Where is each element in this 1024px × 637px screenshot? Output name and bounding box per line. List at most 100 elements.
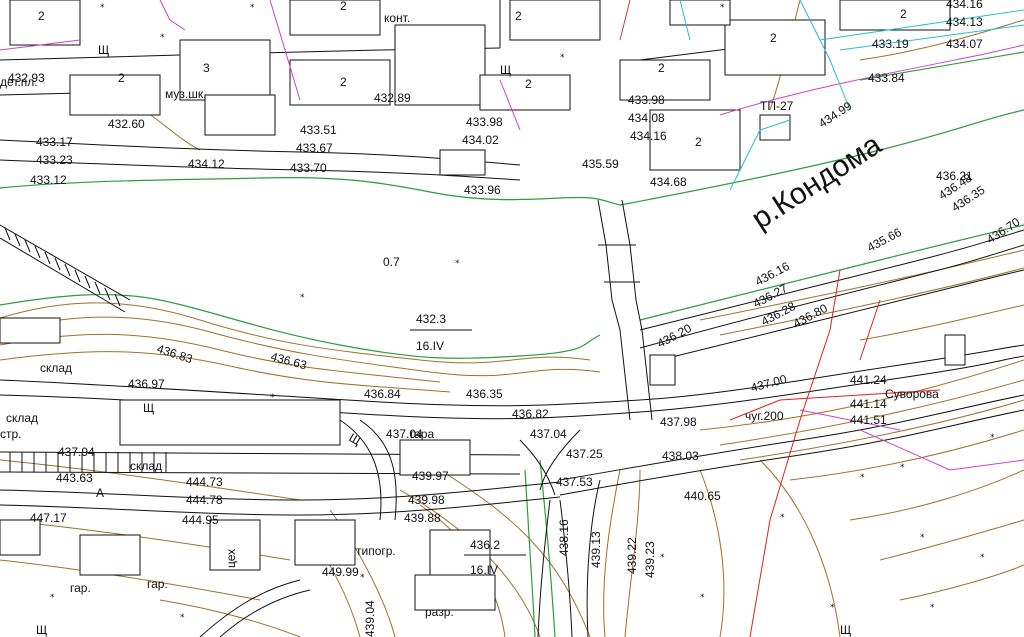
svg-text:*: * <box>900 463 905 473</box>
svg-text:*: * <box>180 613 185 623</box>
label-cast-iron-pipe: чуг.200 <box>745 409 784 423</box>
svg-text:*: * <box>560 53 565 63</box>
elevation-label: 439.13 <box>589 531 603 568</box>
elevation-label: 435.59 <box>582 157 619 171</box>
elevation-label: 434.13 <box>946 15 983 29</box>
elevation-label: 433.23 <box>36 153 73 167</box>
svg-text:*: * <box>160 33 165 43</box>
elevation-label: 444.73 <box>186 475 223 489</box>
elevation-label: 434.12 <box>188 157 225 171</box>
elevation-label: 443.63 <box>56 471 93 485</box>
label-construction: стр. <box>0 427 22 441</box>
elevation-label: 434.08 <box>628 111 665 125</box>
river-name: р.Кондома <box>746 128 888 236</box>
elevation-label: 436.82 <box>512 407 549 421</box>
elevation-label: 439.04 <box>363 600 377 637</box>
label-a: А <box>96 486 104 500</box>
elevation-label: 433.51 <box>300 123 337 137</box>
water-gauge-1: 432.3 16.IV <box>410 312 472 353</box>
elevation-label: 436.35 <box>466 387 503 401</box>
elevation-label: 436.80 <box>791 301 830 331</box>
elevation-label: 434.16 <box>630 129 667 143</box>
elevation-label: 435.66 <box>865 225 904 255</box>
svg-text:*: * <box>930 603 935 613</box>
svg-text:*: * <box>660 553 665 563</box>
water-level-label: 436.2 <box>470 538 500 552</box>
floor-count-label: 2 <box>770 31 777 45</box>
label-substation: ТП-27 <box>760 99 794 113</box>
elevation-label: 437.25 <box>566 447 603 461</box>
svg-text:*: * <box>860 473 865 483</box>
elevation-label: 434.99 <box>816 99 855 131</box>
svg-text:*: * <box>700 593 705 603</box>
elevation-label: 433.67 <box>296 141 333 155</box>
elevation-label: 436.63 <box>269 349 308 372</box>
elevation-label: 441.51 <box>850 413 887 427</box>
label-shch: Щ <box>143 401 154 415</box>
label-shch: Щ <box>500 63 511 77</box>
elevation-label: 436.84 <box>364 387 401 401</box>
floor-count-label: 2 <box>38 9 45 23</box>
elevation-label: 439.97 <box>412 469 449 483</box>
label-shch: Щ <box>840 623 851 637</box>
elevation-label: 437.98 <box>660 415 697 429</box>
label-muz-school: муз.шк. <box>165 87 206 101</box>
elevation-label: 441.14 <box>850 397 887 411</box>
elevation-label: 437.04 <box>530 427 567 441</box>
elevation-label: 434.16 <box>946 0 983 11</box>
elevation-label: 437.53 <box>556 475 593 489</box>
floor-count-label: 2 <box>340 75 347 89</box>
floor-count-label: 2 <box>525 77 532 91</box>
elevation-label: 436.20 <box>655 321 694 351</box>
water-date-label: 16.IV <box>416 339 444 353</box>
elevation-label: 433.12 <box>30 173 67 187</box>
elevation-label: 444.78 <box>186 493 223 507</box>
svg-text:*: * <box>455 259 460 269</box>
svg-text:*: * <box>980 553 985 563</box>
elevation-label: 433.98 <box>466 115 503 129</box>
svg-text:*: * <box>270 393 275 403</box>
floor-count-label: 2 <box>118 71 125 85</box>
svg-text:*: * <box>250 3 255 13</box>
elevation-label: 432.89 <box>374 91 411 105</box>
label-garage: гар. <box>147 577 168 591</box>
elevation-label: 439.88 <box>404 511 441 525</box>
water-date-label: 16.IV <box>470 563 498 577</box>
elevation-label: 434.07 <box>946 37 983 51</box>
floor-count-label: 3 <box>203 61 210 75</box>
elevation-label: 438.16 <box>557 519 571 556</box>
water-level-label: 432.3 <box>416 312 446 326</box>
floor-count-label: 2 <box>695 135 702 149</box>
elevation-label: 433.19 <box>872 37 909 51</box>
svg-text:*: * <box>780 513 785 523</box>
elevation-label: 447.17 <box>30 511 67 525</box>
elevation-label: 434.68 <box>650 175 687 189</box>
elevation-label: 436.16 <box>753 259 792 289</box>
label-depth: 0.7 <box>383 255 400 269</box>
elevation-label: 439.22 <box>625 537 639 574</box>
elevation-label: 434.02 <box>462 133 499 147</box>
label-warehouse: склад <box>130 459 162 473</box>
svg-text:*: * <box>360 573 365 583</box>
label-workshop: цех <box>224 549 238 568</box>
elevation-label: 439.23 <box>643 541 657 578</box>
svg-text:*: * <box>720 3 725 13</box>
elevation-label: 436.70 <box>984 215 1023 247</box>
elevation-label: 439.98 <box>408 493 445 507</box>
elevation-label: 436.83 <box>155 342 195 367</box>
floor-count-label: 2 <box>658 61 665 75</box>
elevation-label: 433.98 <box>628 93 665 107</box>
svg-text:*: * <box>50 593 55 603</box>
svg-text:*: * <box>100 3 105 13</box>
elevation-label: 440.65 <box>684 489 721 503</box>
label-garage: гар. <box>70 581 91 595</box>
svg-text:*: * <box>920 533 925 543</box>
elevation-label: 432.93 <box>8 71 45 85</box>
elevation-label: 436.97 <box>128 377 165 391</box>
elevation-label: 441.24 <box>850 373 887 387</box>
elevation-label: 433.84 <box>868 71 905 85</box>
label-shch: Щ <box>98 43 109 57</box>
label-street-suvorova: Суворова <box>885 387 939 401</box>
label-shch: Щ <box>347 430 364 448</box>
svg-text:*: * <box>990 433 995 443</box>
